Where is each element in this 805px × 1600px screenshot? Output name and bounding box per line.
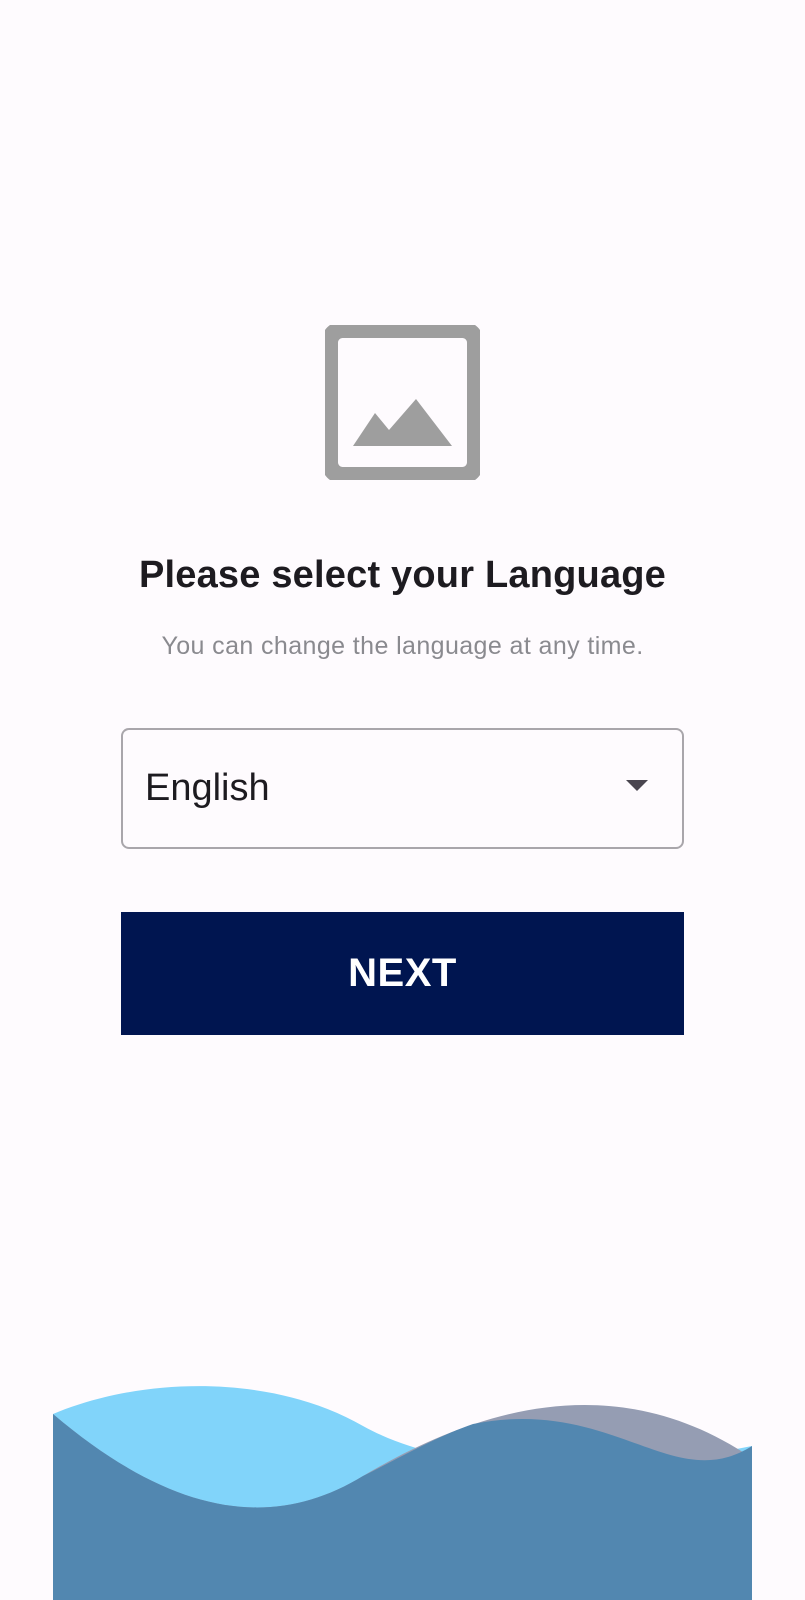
arrow-drop-down-icon — [626, 780, 648, 791]
language-dropdown[interactable]: English — [121, 728, 684, 849]
next-button[interactable]: NEXT — [121, 912, 684, 1035]
image-placeholder-icon — [325, 325, 480, 480]
page-subtitle: You can change the language at any time. — [161, 632, 644, 660]
language-dropdown-value: English — [145, 767, 270, 809]
page-title: Please select your Language — [138, 554, 667, 596]
wave-decoration — [53, 1386, 752, 1600]
